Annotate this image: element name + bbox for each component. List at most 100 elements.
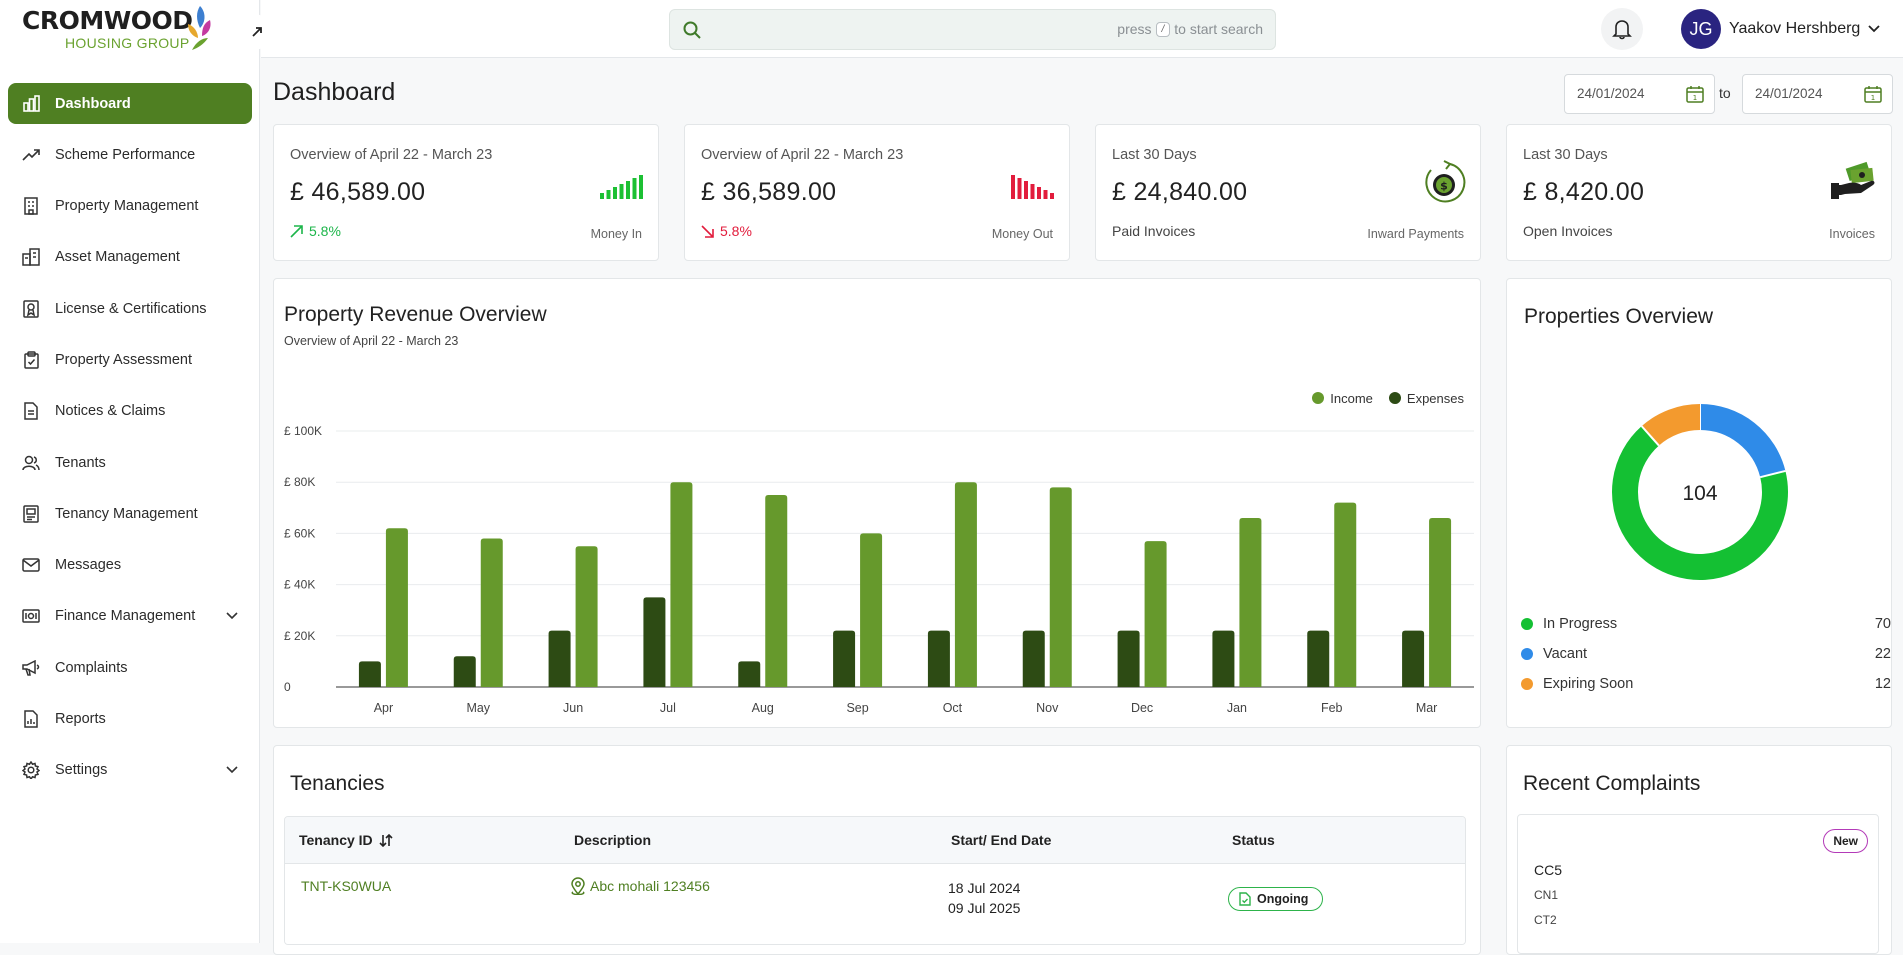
bar-expenses-sep (833, 630, 856, 687)
stat-subtitle: Paid Invoices (1112, 223, 1196, 239)
y-tick-label: 0 (284, 680, 291, 694)
stat-label: Overview of April 22 - March 23 (290, 147, 493, 163)
page-title: Dashboard (273, 78, 396, 106)
status-dot (1521, 648, 1533, 660)
x-tick-label: May (466, 701, 490, 715)
complaint-item[interactable]: New CC5 CN1 CT2 (1517, 814, 1879, 954)
complaint-type: CT2 (1534, 913, 1557, 927)
top-bar: press / to start search JG Yaakov Hershb… (261, 0, 1903, 58)
bar-income-apr (385, 528, 408, 687)
sidebar-item-license-certifications[interactable]: License & Certifications (8, 288, 252, 329)
date-from-input[interactable]: 24/01/2024 1 (1564, 74, 1715, 114)
building-icon (22, 197, 40, 215)
bar-income-nov (1049, 487, 1072, 687)
properties-donut-chart: 104 (1612, 404, 1788, 580)
date-to-input[interactable]: 24/01/2024 1 (1742, 74, 1893, 114)
complaints-title: Recent Complaints (1523, 772, 1701, 795)
chevron-down-icon (1868, 25, 1880, 33)
search-input[interactable]: press / to start search (669, 9, 1276, 50)
x-tick-label: Jun (563, 701, 583, 715)
stat-caption: Invoices (1829, 227, 1875, 241)
stat-label: Last 30 Days (1112, 147, 1197, 163)
sort-icon[interactable] (379, 833, 393, 847)
stat-subtitle: Open Invoices (1523, 223, 1613, 239)
sidebar-item-property-assessment[interactable]: Property Assessment (8, 339, 252, 380)
sidebar-item-messages[interactable]: Messages (8, 545, 252, 586)
sidebar-nav: Dashboard Scheme Performance Property Ma… (8, 83, 252, 801)
sidebar-item-scheme-performance[interactable]: Scheme Performance (8, 134, 252, 175)
sidebar-item-complaints[interactable]: Complaints (8, 647, 252, 688)
properties-legend: In Progress 70 Vacant 22 Expiring Soon 12 (1521, 609, 1891, 699)
sidebar-item-tenancy-management[interactable]: Tenancy Management (8, 493, 252, 534)
bar-expenses-oct (927, 630, 950, 687)
properties-title: Properties Overview (1524, 305, 1714, 328)
user-name: Yaakov Hershberg (1729, 20, 1861, 37)
bar-expenses-jul (643, 597, 666, 687)
sidebar-item-notices-claims[interactable]: Notices & Claims (8, 391, 252, 432)
invoice-hand-icon (1831, 159, 1877, 210)
signal-bars-down-icon (1011, 175, 1055, 204)
sidebar-item-finance-management[interactable]: Finance Management (8, 596, 252, 637)
brand-name: CROMWOOD (22, 6, 193, 35)
brand-logo[interactable]: CROMWOOD HOUSING GROUP (22, 4, 222, 56)
sidebar-item-tenants[interactable]: Tenants (8, 442, 252, 483)
document-check-icon (1239, 892, 1251, 906)
sidebar-item-label: Messages (55, 557, 122, 574)
tenancy-icon (22, 505, 40, 523)
tenancies-card: Tenancies Tenancy ID Description Start/ … (273, 745, 1481, 955)
stat-card-money-out: Overview of April 22 - March 23 £ 36,589… (684, 124, 1070, 261)
bar-income-dec (1144, 541, 1167, 687)
user-menu[interactable]: JG Yaakov Hershberg (1681, 8, 1880, 50)
property-address-link[interactable]: Abc mohali 123456 (570, 877, 710, 895)
x-tick-label: Oct (943, 701, 963, 715)
sidebar: CROMWOOD HOUSING GROUP Dashboard Scheme … (0, 0, 260, 943)
sidebar-item-label: Complaints (55, 659, 128, 676)
stat-caption: Money In (590, 227, 642, 241)
properties-row-in-progress: In Progress 70 (1521, 609, 1891, 639)
arrow-expand-icon (252, 27, 262, 37)
search-icon (683, 21, 701, 39)
tenancy-id-link[interactable]: TNT-KS0WUA (301, 878, 391, 894)
bar-income-jul (670, 482, 693, 687)
chevron-down-icon[interactable] (226, 608, 238, 624)
properties-overview-card: Properties Overview 104 In Progress 70 Va… (1506, 278, 1892, 728)
table-row[interactable]: TNT-KS0WUA Abc mohali 123456 18 Jul 2024… (285, 864, 1465, 944)
stat-amount: £ 46,589.00 (290, 178, 426, 206)
bar-chart-icon (22, 95, 40, 113)
column-header-tenancy-id[interactable]: Tenancy ID (299, 832, 393, 848)
bar-expenses-jun (548, 630, 571, 687)
buildings-icon (22, 248, 40, 267)
notifications-button[interactable] (1601, 8, 1643, 50)
complaint-code: CC5 (1534, 862, 1563, 878)
status-dot (1521, 618, 1533, 630)
stat-amount: £ 36,589.00 (701, 178, 837, 206)
sidebar-item-settings[interactable]: Settings (8, 750, 252, 791)
properties-row-expiring-soon: Expiring Soon 12 (1521, 669, 1891, 699)
tenancies-table: Tenancy ID Description Start/ End Date S… (284, 816, 1466, 945)
chevron-down-icon[interactable] (226, 762, 238, 778)
stat-change: 5.8% (701, 223, 752, 239)
bar-expenses-jan (1212, 630, 1235, 687)
avatar[interactable]: JG (1681, 9, 1721, 49)
bar-expenses-mar (1402, 630, 1425, 687)
certificate-icon (22, 299, 40, 318)
bar-expenses-feb (1307, 630, 1330, 687)
revenue-bar-chart: 0 £ 20K £ 40K £ 60K £ 80K £ 100K Apr May Jun Jul A… (284, 424, 1474, 715)
sidebar-item-label: Reports (55, 711, 106, 728)
sidebar-item-asset-management[interactable]: Asset Management (8, 237, 252, 278)
sidebar-item-reports[interactable]: Reports (8, 699, 252, 740)
x-tick-label: Aug (752, 701, 774, 715)
stat-amount: £ 24,840.00 (1112, 178, 1248, 206)
tenancies-title: Tenancies (290, 772, 385, 795)
calendar-icon[interactable]: 1 (1864, 85, 1882, 103)
arrow-down-right-icon (701, 224, 714, 238)
x-tick-label: Nov (1036, 701, 1059, 715)
sidebar-item-dashboard[interactable]: Dashboard (8, 83, 252, 124)
revenue-chart-card: Property Revenue Overview Overview of Ap… (273, 278, 1481, 728)
date-range-separator: to (1719, 85, 1731, 101)
sidebar-item-label: Property Assessment (55, 351, 192, 368)
calendar-icon[interactable]: 1 (1686, 85, 1704, 103)
bar-expenses-nov (1022, 630, 1045, 687)
sidebar-item-property-management[interactable]: Property Management (8, 186, 252, 227)
bar-expenses-aug (738, 661, 761, 687)
